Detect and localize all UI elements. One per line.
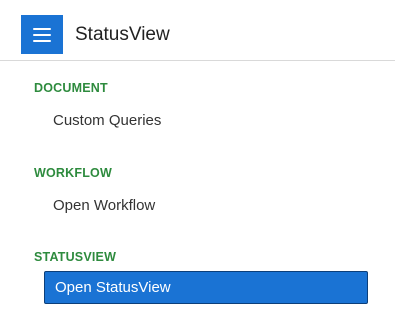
hamburger-bar [33, 33, 51, 36]
nav-item-custom-queries[interactable]: Custom Queries [53, 112, 161, 130]
nav-item-open-statusview[interactable]: Open StatusView [44, 271, 368, 304]
hamburger-menu-icon [33, 27, 51, 30]
nav-item-open-workflow[interactable]: Open Workflow [53, 197, 155, 215]
section-title-document: DOCUMENT [34, 81, 108, 95]
hamburger-menu-button[interactable] [21, 15, 63, 54]
app-title: StatusView [75, 24, 170, 45]
section-title-statusview: STATUSVIEW [34, 250, 117, 264]
hamburger-bar [33, 39, 51, 42]
section-title-workflow: WORKFLOW [34, 166, 112, 180]
app-header: StatusView [0, 0, 395, 61]
